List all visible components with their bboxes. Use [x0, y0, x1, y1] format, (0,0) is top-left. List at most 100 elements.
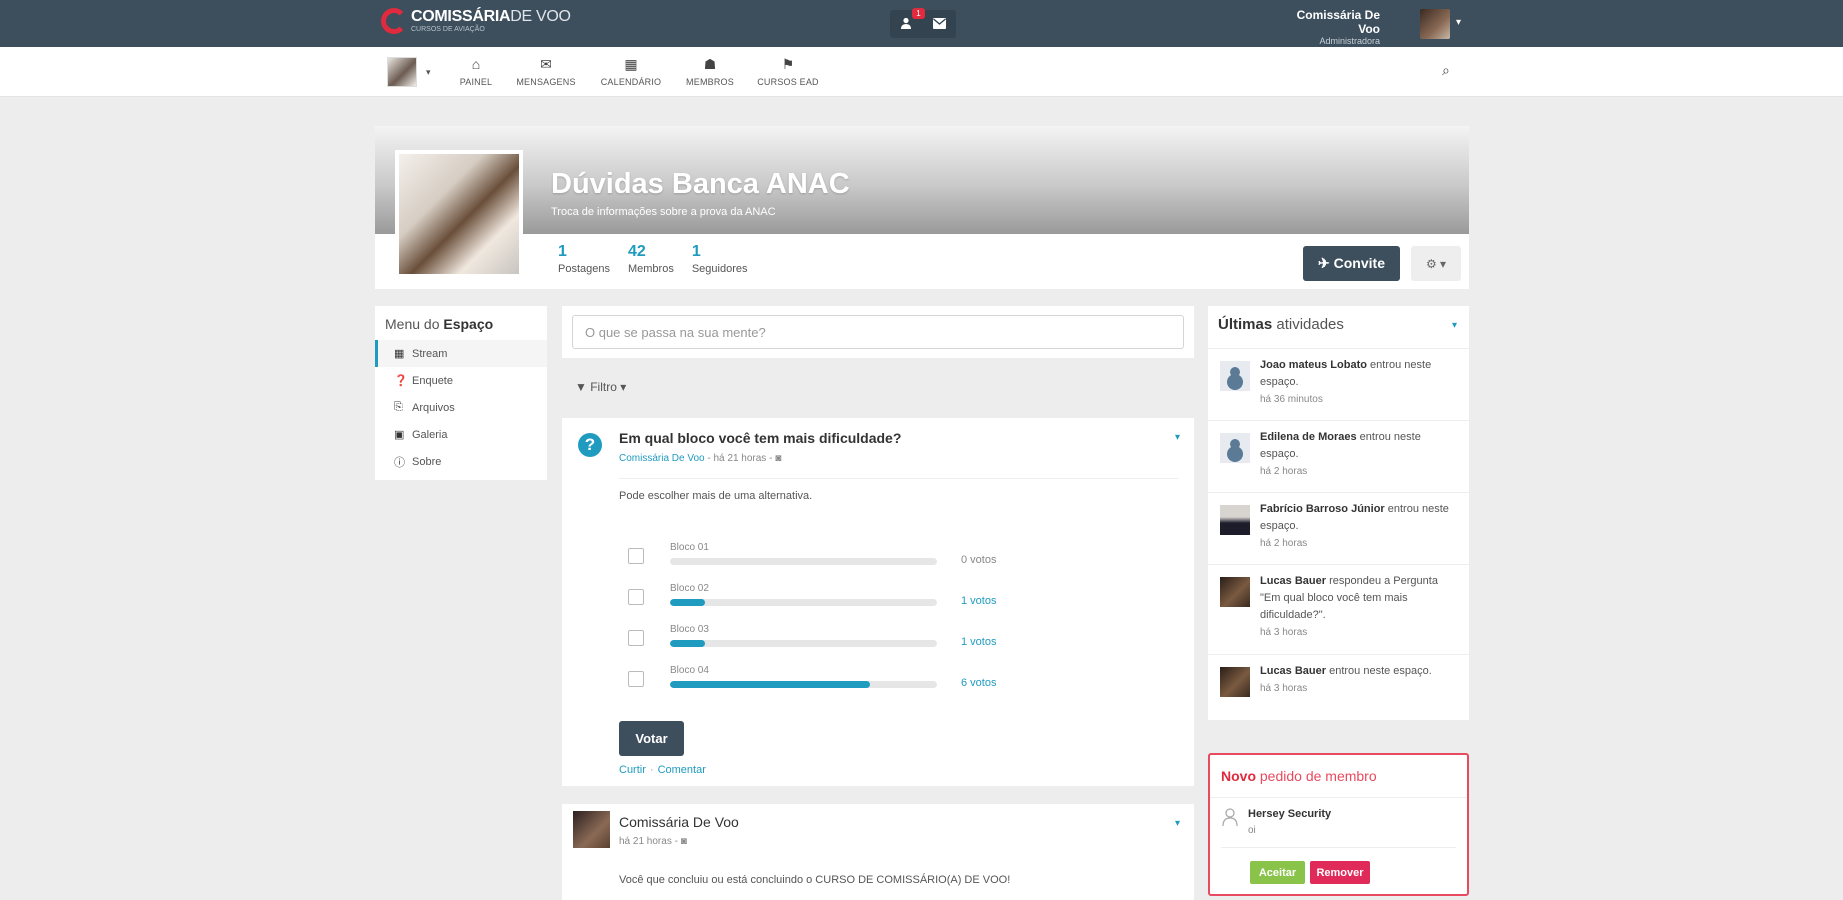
accept-button[interactable]: Aceitar — [1250, 861, 1305, 884]
stat-members[interactable]: 42 Membros — [628, 243, 674, 275]
filter-dropdown[interactable]: ▼ Filtro ▾ — [575, 380, 626, 394]
nav-painel[interactable]: ⌂ PAINEL — [441, 56, 511, 88]
poll-option: Bloco 04 6 votos — [628, 665, 1028, 703]
space-menu: Menu do Espaço ▦ Stream ❓ Enquete ⎘ Arquivo… — [375, 306, 547, 480]
menu-item-label: Sobre — [412, 455, 442, 468]
settings-button[interactable]: ⚙ ▾ — [1411, 246, 1461, 281]
nav-label: MEMBROS — [686, 77, 734, 87]
menu-item-galeria[interactable]: ▣ Galeria — [375, 421, 547, 448]
user-avatar[interactable] — [1420, 9, 1450, 39]
stat-label: Seguidores — [691, 263, 748, 275]
post-author[interactable]: Comissária De Voo — [619, 814, 739, 830]
poll-bar-fill — [670, 681, 871, 688]
stat-posts[interactable]: 1 Postagens — [558, 243, 610, 275]
logo-brand: COMISSÁRIA — [411, 8, 511, 25]
poll-checkbox[interactable] — [628, 671, 644, 687]
poll-question[interactable]: Em qual bloco você tem mais dificuldade? — [619, 430, 901, 446]
menu-title-prefix: Menu do — [385, 316, 440, 332]
poll-meta: Comissária De Voo - há 21 horas - ◙ — [619, 453, 781, 464]
chevron-down-icon[interactable]: ▾ — [1175, 432, 1180, 443]
poll-votes[interactable]: 6 votos — [961, 677, 996, 689]
requester-name[interactable]: Hersey Security — [1248, 808, 1331, 820]
user-menu[interactable]: Comissária De Voo Administradora — [1280, 8, 1380, 46]
stat-label: Membros — [627, 263, 674, 275]
activity-time: há 36 minutos — [1260, 394, 1323, 405]
post-input[interactable]: O que se passa na sua mente? — [572, 315, 1184, 349]
question-icon: ? — [578, 433, 602, 457]
activity-item[interactable]: Joao mateus Lobato entrou neste espaço. h… — [1208, 348, 1469, 420]
activity-user[interactable]: Joao mateus Lobato — [1260, 359, 1367, 371]
nav-cursos-ead[interactable]: ⚑ CURSOS EAD — [753, 56, 823, 88]
logo-brand-thin: DE VOO — [510, 8, 571, 25]
member-request-panel: Novo pedido de membro Hersey Security oi… — [1208, 753, 1469, 896]
remove-button[interactable]: Remover — [1310, 861, 1370, 884]
nav-label: MENSAGENS — [516, 77, 576, 87]
activity-title: Últimas atividades — [1218, 316, 1344, 333]
menu-item-arquivos[interactable]: ⎘ Arquivos — [375, 394, 547, 421]
activity-item[interactable]: Lucas Bauer entrou neste espaço. há 3 hor… — [1208, 654, 1469, 720]
activity-action: entrou neste espaço. — [1329, 665, 1432, 677]
poll-description: Pode escolher mais de uma alternativa. — [619, 490, 813, 502]
members-icon: ☗ — [703, 56, 717, 72]
like-link[interactable]: Curtir — [619, 764, 646, 776]
poll-checkbox[interactable] — [628, 630, 644, 646]
vote-button[interactable]: Votar — [619, 721, 684, 756]
invite-button[interactable]: ✈ Convite — [1303, 246, 1400, 281]
separator: · — [649, 764, 654, 776]
card-actions: Curtir · Comentar — [619, 764, 706, 776]
divider — [1210, 797, 1467, 798]
chevron-down-icon[interactable]: ▾ — [426, 67, 431, 78]
activity-time: há 2 horas — [1260, 466, 1308, 477]
activity-user[interactable]: Lucas Bauer — [1260, 575, 1326, 587]
messages-button[interactable] — [932, 17, 946, 32]
activity-panel: Últimas atividades ▾ Joao mateus Lobato … — [1208, 306, 1469, 720]
activity-time: há 3 horas — [1260, 683, 1308, 694]
nav-label: CURSOS EAD — [757, 77, 819, 87]
poll-votes[interactable]: 1 votos — [961, 595, 996, 607]
poll-votes[interactable]: 1 votos — [961, 636, 996, 648]
post-text: Você que concluiu ou está concluindo o C… — [619, 874, 1011, 886]
menu-item-sobre[interactable]: ⓘ Sobre — [375, 448, 547, 475]
space-header: Dúvidas Banca ANAC Troca de informações … — [375, 126, 1469, 289]
notifications-button[interactable]: 1 — [900, 7, 925, 32]
user-role: Administradora — [1319, 36, 1380, 46]
stat-value: 1 — [691, 243, 701, 260]
nav-calendario[interactable]: ▦ CALENDÁRIO — [596, 56, 666, 88]
activity-user[interactable]: Fabrício Barroso Júnior — [1260, 503, 1385, 515]
space-stats: 1 Postagens 42 Membros 1 Seguidores — [558, 243, 765, 275]
nav-label: CALENDÁRIO — [600, 77, 662, 87]
comment-link[interactable]: Comentar — [658, 764, 706, 776]
avatar — [1220, 577, 1250, 607]
activity-item[interactable]: Edilena de Moraes entrou neste espaço. há… — [1208, 420, 1469, 492]
activity-user[interactable]: Lucas Bauer — [1260, 665, 1326, 677]
space-banner — [375, 126, 1469, 234]
poll-author[interactable]: Comissária De Voo — [619, 453, 705, 464]
notification-badge: 1 — [912, 7, 925, 19]
stat-followers[interactable]: 1 Seguidores — [692, 243, 748, 275]
activity-time: há 2 horas — [1260, 538, 1308, 549]
nav-membros[interactable]: ☗ MEMBROS — [675, 56, 745, 88]
poll-option-label: Bloco 01 — [670, 542, 709, 553]
space-thumbnail[interactable] — [387, 57, 417, 87]
avatar[interactable] — [573, 811, 610, 848]
menu-item-label: Stream — [412, 347, 448, 360]
poll-checkbox[interactable] — [628, 548, 644, 564]
space-image — [395, 150, 523, 278]
menu-item-label: Arquivos — [412, 401, 455, 414]
poll-votes[interactable]: 0 votos — [961, 554, 996, 566]
chevron-down-icon[interactable]: ▾ — [1175, 818, 1180, 829]
menu-item-stream[interactable]: ▦ Stream — [375, 340, 547, 367]
activity-user[interactable]: Edilena de Moraes — [1260, 431, 1357, 443]
menu-item-enquete[interactable]: ❓ Enquete — [375, 367, 547, 394]
poll-checkbox[interactable] — [628, 589, 644, 605]
chevron-down-icon[interactable]: ▾ — [1456, 17, 1461, 28]
member-request-title-bold: Novo — [1221, 768, 1256, 784]
activity-item[interactable]: Fabrício Barroso Júnior entrou neste esp… — [1208, 492, 1469, 564]
envelope-icon: ✉ — [540, 56, 552, 72]
chevron-down-icon[interactable]: ▾ — [1452, 320, 1457, 331]
activity-item[interactable]: Lucas Bauer respondeu a Pergunta "Em qua… — [1208, 564, 1469, 654]
search-icon[interactable]: ⌕ — [1442, 62, 1450, 79]
site-logo[interactable]: COMISSÁRIADE VOO CURSOS DE AVIAÇÃO — [381, 7, 571, 35]
nav-mensagens[interactable]: ✉ MENSAGENS — [511, 56, 581, 88]
post-composer: O que se passa na sua mente? — [562, 306, 1194, 358]
